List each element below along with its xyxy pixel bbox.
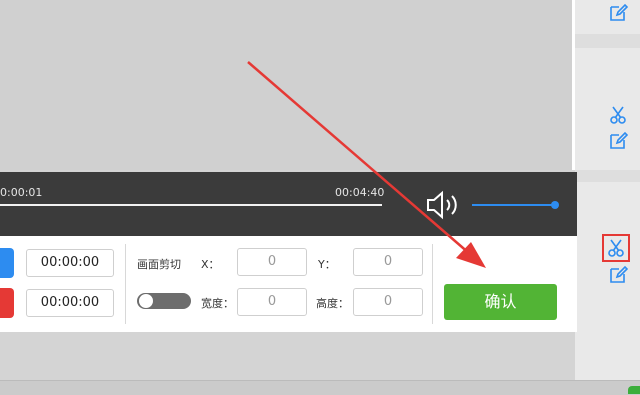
toggle-knob xyxy=(139,294,153,308)
y-input[interactable]: 0 xyxy=(353,248,423,276)
status-strip xyxy=(0,380,640,395)
edit-icon[interactable] xyxy=(607,130,629,152)
end-time-input[interactable]: 00:00:00 xyxy=(26,289,114,317)
y-label: Y： xyxy=(318,258,336,271)
clip-item xyxy=(575,182,640,382)
clip-item xyxy=(575,48,640,170)
set-start-button[interactable] xyxy=(0,248,14,278)
status-indicator xyxy=(628,386,640,394)
volume-slider-knob[interactable] xyxy=(551,201,559,209)
height-input[interactable]: 0 xyxy=(353,288,423,316)
total-time: 00:04:40 xyxy=(335,186,385,199)
width-label: 宽度： xyxy=(201,297,234,310)
width-input[interactable]: 0 xyxy=(237,288,307,316)
volume-slider[interactable] xyxy=(472,204,554,206)
player-controls: 0:00:01 00:04:40 xyxy=(0,172,577,236)
current-time: 0:00:01 xyxy=(0,186,43,199)
progress-bar[interactable] xyxy=(0,204,382,206)
edit-toolbar: 00:00:00 00:00:00 画面剪切 X： 0 Y： 0 宽度： 0 高… xyxy=(0,236,577,332)
set-end-button[interactable] xyxy=(0,288,14,318)
divider xyxy=(125,244,126,324)
x-input[interactable]: 0 xyxy=(237,248,307,276)
video-preview xyxy=(0,0,575,170)
edit-icon[interactable] xyxy=(607,264,629,286)
volume-icon[interactable] xyxy=(426,190,464,220)
crop-toggle[interactable] xyxy=(137,293,191,309)
divider xyxy=(432,244,433,324)
crop-label: 画面剪切 xyxy=(137,258,181,271)
clip-item xyxy=(575,0,640,34)
height-label: 高度： xyxy=(316,297,349,310)
edit-icon[interactable] xyxy=(607,2,629,24)
start-time-input[interactable]: 00:00:00 xyxy=(26,249,114,277)
scissors-icon[interactable] xyxy=(602,234,630,262)
confirm-button[interactable]: 确认 xyxy=(444,284,557,320)
x-label: X： xyxy=(201,258,220,271)
scissors-icon[interactable] xyxy=(607,104,629,126)
clip-list-panel xyxy=(575,0,640,382)
